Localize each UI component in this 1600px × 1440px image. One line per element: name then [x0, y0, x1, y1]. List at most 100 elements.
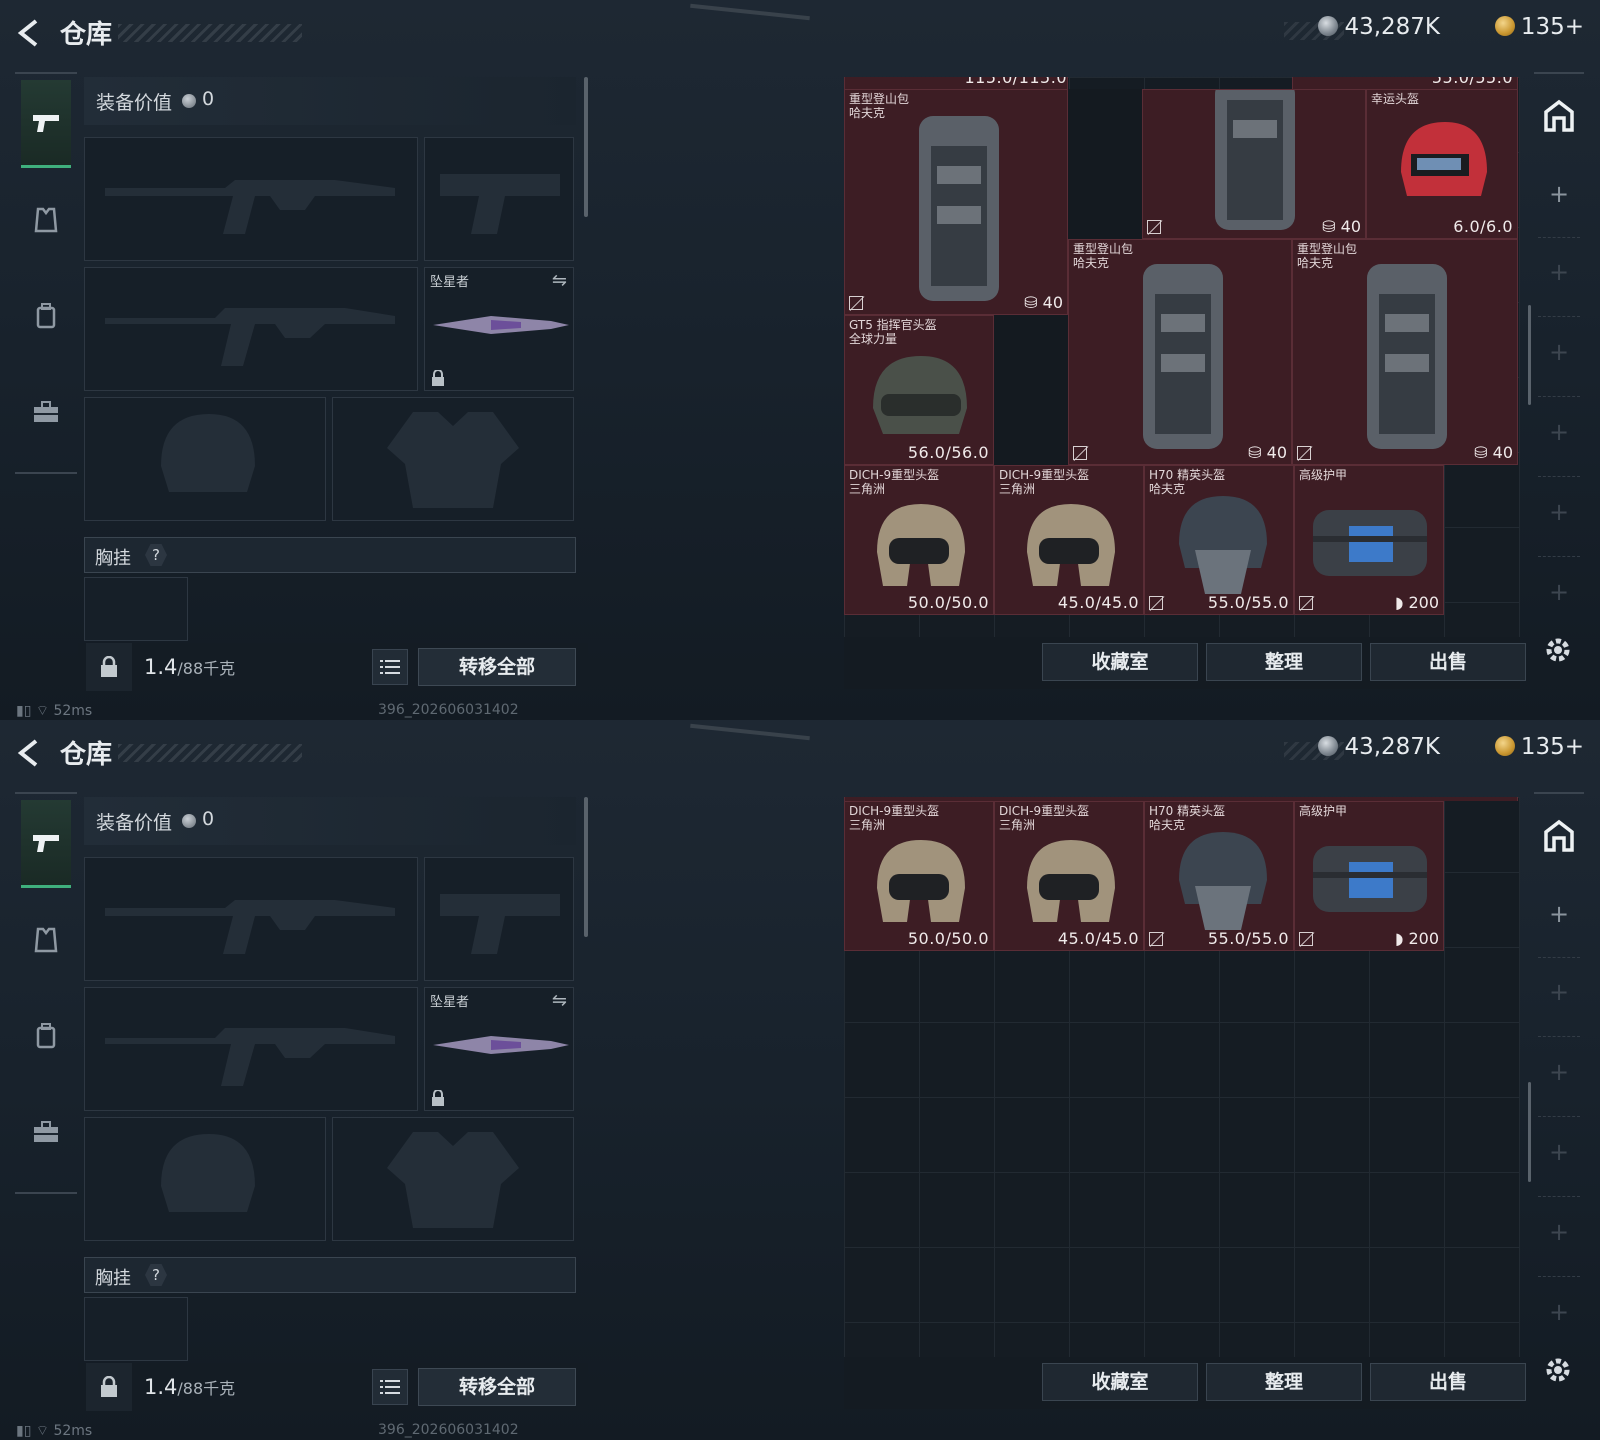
- vest-icon: [34, 207, 58, 233]
- list-view-button[interactable]: [372, 1369, 408, 1405]
- tab-weapons[interactable]: [21, 80, 71, 168]
- stash-item-backpack[interactable]: 重型登山包 哈夫克 ⛁ 40: [1068, 239, 1292, 465]
- sell-button[interactable]: 出售: [1370, 1363, 1526, 1401]
- storage-icon[interactable]: [1542, 818, 1576, 852]
- stash-scrollbar[interactable]: [1528, 305, 1531, 405]
- melee-slot[interactable]: 坠星者 ⇋: [424, 267, 574, 391]
- rail-divider: [1538, 396, 1580, 397]
- pistol-icon: [33, 114, 59, 132]
- stash-item-backpack[interactable]: ⛁ 40: [1142, 89, 1366, 239]
- currency-gold[interactable]: 135+: [1494, 14, 1584, 40]
- value-coin-icon: [182, 814, 196, 828]
- add-storage-icon[interactable]: +: [1549, 500, 1569, 524]
- transfer-all-button[interactable]: 转移全部: [418, 1368, 576, 1406]
- stash-item-backpack[interactable]: 重型登山包 哈夫克 ⛁ 40: [1292, 239, 1518, 465]
- add-storage-icon[interactable]: +: [1549, 1300, 1569, 1324]
- add-storage-icon[interactable]: +: [1549, 420, 1569, 444]
- stash-grid[interactable]: 115.0/115.0 55.0/55.0 重型登山包 哈夫克 ⛁ 40 ⛁ 4…: [844, 77, 1520, 637]
- settings-gear-icon[interactable]: [1542, 634, 1574, 666]
- tab-backpack[interactable]: [21, 272, 71, 360]
- sort-button[interactable]: 整理: [1206, 1363, 1362, 1401]
- helmet-slot[interactable]: [84, 1117, 326, 1241]
- backpack-icon: [1367, 264, 1447, 449]
- top-decoration: [690, 3, 810, 21]
- chest-rig-slot[interactable]: [84, 1297, 188, 1361]
- stash-item-partial[interactable]: 55.0/55.0: [1292, 77, 1518, 89]
- back-arrow-icon[interactable]: [16, 738, 42, 768]
- item-name: DICH-9重型头盔 三角洲: [849, 468, 940, 496]
- red-helmet-icon: [1401, 122, 1487, 196]
- stash-item-helmet[interactable]: DICH-9重型头盔 三角洲 50.0/50.0: [844, 801, 994, 951]
- sort-button[interactable]: 整理: [1206, 643, 1362, 681]
- warehouse-screen-2: 仓库 43,287K 135+ 装备价值 0 坠星者 ⇋ 胸挂 ? 1.4/88…: [0, 720, 1600, 1440]
- page-title: 仓库: [60, 740, 113, 770]
- swap-icon[interactable]: ⇋: [552, 270, 567, 291]
- sell-button[interactable]: 出售: [1370, 643, 1526, 681]
- item-name: 重型登山包 哈夫克: [849, 92, 910, 120]
- stash-item-helmet[interactable]: 幸运头盔 6.0/6.0: [1366, 89, 1518, 239]
- equipment-scrollbar[interactable]: [584, 77, 588, 217]
- help-button[interactable]: ?: [145, 1264, 167, 1286]
- list-view-button[interactable]: [372, 649, 408, 685]
- currency-silver[interactable]: 43,287K: [1318, 14, 1440, 40]
- chest-rig-slot[interactable]: [84, 577, 188, 641]
- currency-gold-value: 135+: [1520, 734, 1584, 760]
- storage-icon[interactable]: [1542, 98, 1576, 132]
- currency-gold[interactable]: 135+: [1494, 734, 1584, 760]
- collection-room-button[interactable]: 收藏室: [1042, 643, 1198, 681]
- stash-item-backpack[interactable]: 重型登山包 哈夫克 ⛁ 40: [844, 89, 1068, 315]
- add-storage-icon[interactable]: +: [1549, 260, 1569, 284]
- settings-gear-icon[interactable]: [1542, 1354, 1574, 1386]
- item-durability: 55.0/55.0: [1207, 929, 1289, 948]
- add-storage-icon[interactable]: +: [1549, 1220, 1569, 1244]
- secondary-weapon-slot[interactable]: [424, 857, 574, 981]
- add-storage-icon[interactable]: +: [1549, 580, 1569, 604]
- helmet-slot[interactable]: [84, 397, 326, 521]
- back-arrow-icon[interactable]: [16, 18, 42, 48]
- tab-case[interactable]: [21, 368, 71, 456]
- add-storage-icon[interactable]: +: [1549, 980, 1569, 1004]
- tab-armor[interactable]: [21, 896, 71, 984]
- armor-slot[interactable]: [332, 1117, 574, 1241]
- tab-case[interactable]: [21, 1088, 71, 1176]
- add-storage-icon[interactable]: +: [1549, 1060, 1569, 1084]
- tab-weapons[interactable]: [21, 800, 71, 888]
- primary-weapon-slot[interactable]: [84, 857, 418, 981]
- item-name: 幸运头盔: [1371, 92, 1420, 106]
- primary-weapon-slot[interactable]: [84, 137, 418, 261]
- secondary-weapon-slot[interactable]: [424, 137, 574, 261]
- stash-item-helmet[interactable]: DICH-9重型头盔 三角洲 50.0/50.0: [844, 465, 994, 615]
- lock-button[interactable]: [86, 1363, 132, 1411]
- transfer-all-button[interactable]: 转移全部: [418, 648, 576, 686]
- help-button[interactable]: ?: [145, 544, 167, 566]
- tab-backpack[interactable]: [21, 992, 71, 1080]
- stash-item-armor[interactable]: 高级护甲 ◗ 200: [1294, 465, 1444, 615]
- tab-armor[interactable]: [21, 176, 71, 264]
- melee-slot[interactable]: 坠星者 ⇋: [424, 987, 574, 1111]
- stash-item-helmet[interactable]: DICH-9重型头盔 三角洲 45.0/45.0: [994, 801, 1144, 951]
- stash-grid[interactable]: DICH-9重型头盔 三角洲 50.0/50.0 DICH-9重型头盔 三角洲 …: [844, 797, 1520, 1357]
- swap-icon[interactable]: ⇋: [552, 990, 567, 1011]
- collection-room-button[interactable]: 收藏室: [1042, 1363, 1198, 1401]
- equipment-footer: 1.4/88千克 转移全部: [78, 643, 588, 691]
- stash-item-helmet[interactable]: DICH-9重型头盔 三角洲 45.0/45.0: [994, 465, 1144, 615]
- storage-rail: + + + + + +: [1534, 72, 1584, 652]
- add-storage-icon[interactable]: +: [1549, 1140, 1569, 1164]
- stash-scrollbar[interactable]: [1528, 1082, 1531, 1182]
- stash-item-helmet[interactable]: GT5 指挥官头盔 全球力量 56.0/56.0: [844, 315, 994, 465]
- elite-helmet-icon: [1179, 832, 1267, 930]
- item-durability: 6.0/6.0: [1453, 217, 1513, 236]
- lock-button[interactable]: [86, 643, 132, 691]
- stash-item-partial[interactable]: 115.0/115.0: [844, 77, 1068, 89]
- stash-item-armor[interactable]: 高级护甲 ◗ 200: [1294, 801, 1444, 951]
- armor-slot[interactable]: [332, 397, 574, 521]
- equipment-scrollbar[interactable]: [584, 797, 588, 937]
- add-storage-icon[interactable]: +: [1549, 902, 1569, 926]
- stash-item-helmet[interactable]: H70 精英头盔 哈夫克 55.0/55.0: [1144, 801, 1294, 951]
- currency-silver[interactable]: 43,287K: [1318, 734, 1440, 760]
- stash-item-helmet[interactable]: H70 精英头盔 哈夫克 55.0/55.0: [1144, 465, 1294, 615]
- add-storage-icon[interactable]: +: [1549, 182, 1569, 206]
- primary-weapon-slot-2[interactable]: [84, 987, 418, 1111]
- primary-weapon-slot-2[interactable]: [84, 267, 418, 391]
- add-storage-icon[interactable]: +: [1549, 340, 1569, 364]
